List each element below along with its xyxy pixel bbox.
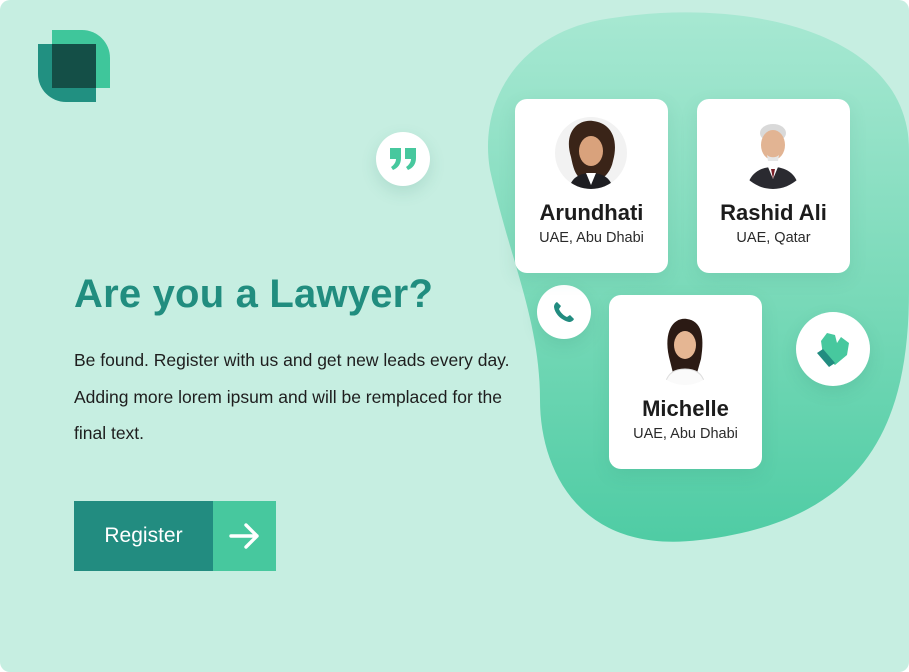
lawyer-card[interactable]: Rashid Ali UAE, Qatar	[697, 99, 850, 273]
register-button-label: Register	[74, 501, 213, 571]
hero-description: Be found. Register with us and get new l…	[74, 350, 510, 443]
lawyer-name: Arundhati	[539, 200, 644, 225]
avatar	[649, 313, 721, 385]
phone-icon	[537, 285, 591, 339]
avatar	[737, 117, 809, 189]
lawyer-name: Rashid Ali	[720, 200, 827, 225]
handshake-icon	[796, 312, 870, 386]
lawyer-card[interactable]: Arundhati UAE, Abu Dhabi	[515, 99, 668, 273]
lawyer-location: UAE, Abu Dhabi	[539, 230, 644, 246]
lawyer-location: UAE, Qatar	[736, 230, 811, 246]
logo-icon	[38, 30, 110, 102]
lawyer-name: Michelle	[642, 396, 729, 421]
avatar	[555, 117, 627, 189]
register-button[interactable]: Register	[74, 501, 276, 571]
quote-icon	[376, 132, 430, 186]
arrow-right-icon	[213, 501, 276, 571]
landing-page: Are you a Lawyer? Be found. Register wit…	[0, 0, 909, 672]
page-title: Are you a Lawyer?	[74, 272, 434, 316]
lawyer-card[interactable]: Michelle UAE, Abu Dhabi	[609, 295, 762, 469]
lawyer-location: UAE, Abu Dhabi	[633, 426, 738, 442]
